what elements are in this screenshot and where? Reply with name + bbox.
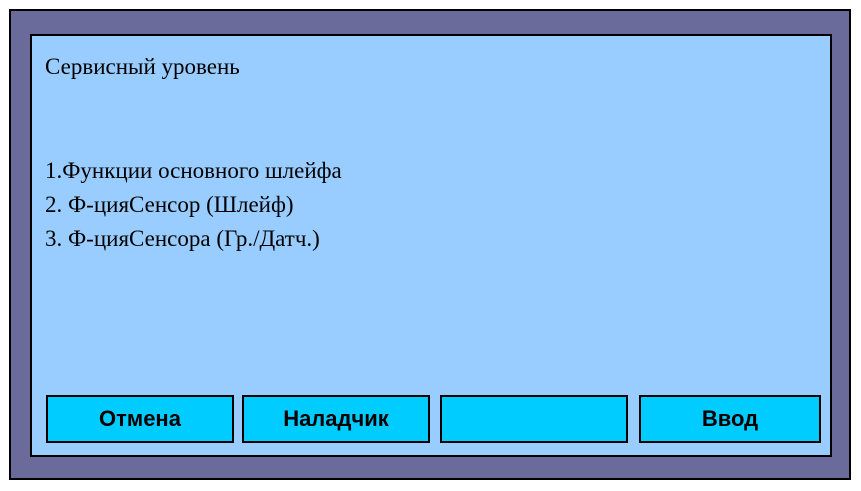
display-screen: Сервисный уровень 1.Функции основного шл… (30, 34, 832, 457)
enter-button[interactable]: Ввод (639, 395, 821, 443)
device-frame: Сервисный уровень 1.Функции основного шл… (9, 9, 851, 480)
menu-item-sensor-function-group-detector[interactable]: 3. Ф-цияСенсора (Гр./Датч.) (45, 222, 342, 256)
cancel-button[interactable]: Отмена (46, 395, 234, 443)
screen-title: Сервисный уровень (45, 54, 240, 79)
adjuster-button[interactable]: Наладчик (242, 395, 430, 443)
service-menu: 1.Функции основного шлейфа 2. Ф-цияСенсо… (45, 154, 342, 256)
menu-item-sensor-function-loop[interactable]: 2. Ф-цияСенсор (Шлейф) (45, 188, 342, 222)
empty-softkey-button[interactable] (440, 395, 628, 443)
menu-item-main-loop-functions[interactable]: 1.Функции основного шлейфа (45, 154, 342, 188)
